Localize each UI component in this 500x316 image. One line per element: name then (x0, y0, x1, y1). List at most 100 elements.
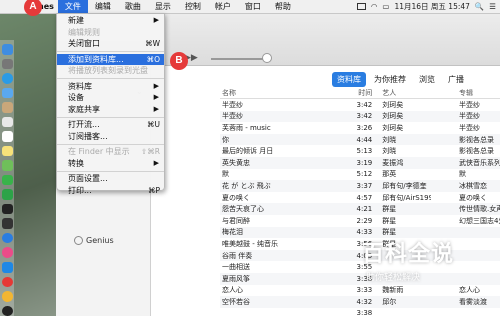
watermark: 百科全说 助你轻松解决 (362, 236, 494, 298)
apple-menu[interactable] (0, 0, 14, 14)
file-menu-item[interactable]: 转换 ▶ (57, 158, 164, 170)
tab-for-you[interactable]: 为你推荐 (369, 72, 411, 87)
spotlight-search-icon[interactable]: 🔍 (475, 2, 484, 11)
cell-album: 半壶纱 (459, 100, 481, 109)
menu-controls[interactable]: 控制 (178, 0, 208, 14)
menu-separator (57, 78, 164, 79)
table-row[interactable]: 最后的倾诉 月日 5:13 刘晓 影视各总录 (220, 145, 500, 157)
column-header-time[interactable]: 时间 (341, 88, 376, 98)
submenu-arrow-icon: ▶ (153, 93, 159, 101)
itunes-icon[interactable] (1, 247, 13, 258)
cell-name: 梅花泪 (222, 228, 243, 237)
cell-name: 半壶纱 (222, 100, 243, 109)
notification-center-icon[interactable]: ☰ (489, 2, 496, 11)
qq-icon[interactable] (1, 305, 13, 316)
cell-name: 英失黄忠 (222, 158, 250, 167)
menu-window[interactable]: 窗口 (238, 0, 268, 14)
menu-file[interactable]: 文件 (57, 0, 88, 14)
cell-time: 3:42 (356, 112, 373, 121)
menu-item-label: 转换 (68, 158, 84, 168)
table-row[interactable]: 默 5:12 那英 默 (220, 169, 500, 181)
siri-icon[interactable] (1, 232, 13, 244)
file-menu-item[interactable]: 打开流... ⌘U (57, 119, 164, 131)
messages-icon[interactable] (1, 174, 13, 186)
screen-mirror-icon[interactable] (356, 3, 366, 10)
file-menu-item[interactable]: 家庭共享 ▶ (57, 104, 164, 116)
clock[interactable]: 11月16日 周五 15:47 (394, 1, 469, 12)
facetime-icon[interactable] (1, 189, 13, 200)
cell-time: 3:26 (356, 123, 373, 132)
cell-name: 唯美越鼓 - 纯音乐 (222, 239, 278, 248)
submenu-arrow-icon: ▶ (153, 81, 159, 90)
calendar-icon[interactable] (1, 131, 13, 142)
finder-icon[interactable] (1, 44, 13, 55)
mail-icon[interactable] (1, 87, 13, 99)
photos-icon[interactable] (1, 116, 13, 128)
file-menu-item[interactable]: 关闭窗口 ⌘W (57, 38, 164, 50)
cell-artist: 那英 (382, 170, 397, 179)
launchpad-icon[interactable] (1, 58, 13, 70)
cell-time: 4:44 (356, 135, 373, 144)
cell-name: 芙蓉雨 - music (222, 123, 271, 132)
cell-name: 一曲相送 (222, 263, 250, 272)
table-row[interactable]: 3:38 (220, 308, 500, 316)
wifi-icon[interactable]: ◠ (371, 2, 378, 11)
cell-artist: 邱有句/李德奎 (382, 181, 427, 190)
volume-slider-knob[interactable] (262, 53, 272, 63)
cell-album: 半壶纱 (459, 112, 481, 121)
cell-time: 4:21 (356, 205, 373, 214)
chrome-icon[interactable] (1, 291, 13, 302)
terminal-icon[interactable] (1, 203, 13, 215)
menu-item-label: 关闭窗口 (68, 39, 100, 48)
menu-help[interactable]: 帮助 (268, 0, 298, 14)
table-row[interactable]: 怨苦天哀了心 4:21 群星 传世情歌.女声试... (220, 203, 500, 215)
table-row[interactable]: 花 が とぶ 飛ぶ 3:37 邱有句/李德奎 冰棋雪恋 (220, 180, 500, 192)
file-menu-item[interactable]: 添加到资料库... ⌘O (57, 53, 164, 65)
cell-time: 5:12 (356, 170, 373, 179)
table-row[interactable]: 夏の唤く 4:57 邱有句/AirS1991 夏の唤く (220, 192, 500, 204)
table-row[interactable]: 芙蓉雨 - music 3:26 刘珂矣 半壶纱 (220, 122, 500, 134)
cell-album: 影视各总录 (459, 147, 495, 156)
maps-icon[interactable] (1, 160, 13, 171)
table-row[interactable]: 半壶纱 3:42 刘珂矣 半壶纱 (220, 110, 500, 123)
file-menu-item[interactable]: 设备 ▶ (57, 92, 164, 104)
menu-item-label: 在 Finder 中显示 (68, 147, 130, 156)
file-menu-item: 编辑规则 (57, 27, 164, 39)
cell-artist: 麦振鸿 (382, 158, 404, 167)
file-menu-item[interactable]: 新建 ▶ (57, 15, 164, 27)
cell-time: 3:19 (356, 158, 373, 167)
menu-edit[interactable]: 编辑 (88, 0, 118, 14)
appstore-icon[interactable] (1, 261, 13, 273)
menu-view[interactable]: 显示 (148, 0, 178, 14)
menu-item-label: 打开流... (68, 120, 100, 129)
table-row[interactable]: 英失黄忠 3:19 麦振鸿 武侠音乐系列之... (220, 156, 500, 169)
table-row[interactable]: 半壶纱 3:42 刘珂矣 半壶纱 (220, 99, 500, 111)
notes-icon[interactable] (1, 145, 13, 157)
tab-library[interactable]: 资料库 (332, 72, 366, 87)
file-menu-item[interactable]: 页面设置... (57, 173, 164, 185)
file-menu-item[interactable]: 资料库 ▶ (57, 81, 164, 93)
table-row[interactable]: 与君同醉 2:29 群星 幻想三国志4外传 (220, 215, 500, 227)
sidebar-item-genius[interactable]: Genius (74, 236, 114, 245)
dock (0, 40, 14, 316)
file-menu-item[interactable]: 订阅播客... (57, 131, 164, 143)
cell-name: 谷雨 伴奏 (222, 251, 253, 260)
weibo-icon[interactable] (1, 276, 13, 288)
column-header-artist[interactable]: 艺人 (376, 88, 431, 98)
cell-name: 默 (222, 170, 229, 179)
file-menu-item[interactable]: 打印... ⌘P (57, 185, 164, 197)
menu-item-shortcut: ⇧⌘R (141, 147, 160, 156)
cell-artist: 刘晓 (382, 135, 397, 144)
column-header-album[interactable]: 专辑 (431, 88, 500, 98)
tab-radio[interactable]: 广播 (443, 72, 469, 87)
cell-name: 半壶纱 (222, 112, 243, 121)
battery-icon[interactable]: ▭ (382, 2, 389, 11)
menu-account[interactable]: 帐户 (208, 0, 238, 14)
tab-browse[interactable]: 浏览 (414, 72, 440, 87)
table-row[interactable]: 你 4:44 刘晓 影视各总录 (220, 133, 500, 146)
safari-icon[interactable] (1, 73, 13, 84)
column-header-name[interactable]: 名称 (220, 88, 341, 98)
terminal-icon-2[interactable] (1, 218, 13, 229)
menu-song[interactable]: 歌曲 (118, 0, 148, 14)
contacts-icon[interactable] (1, 102, 13, 113)
